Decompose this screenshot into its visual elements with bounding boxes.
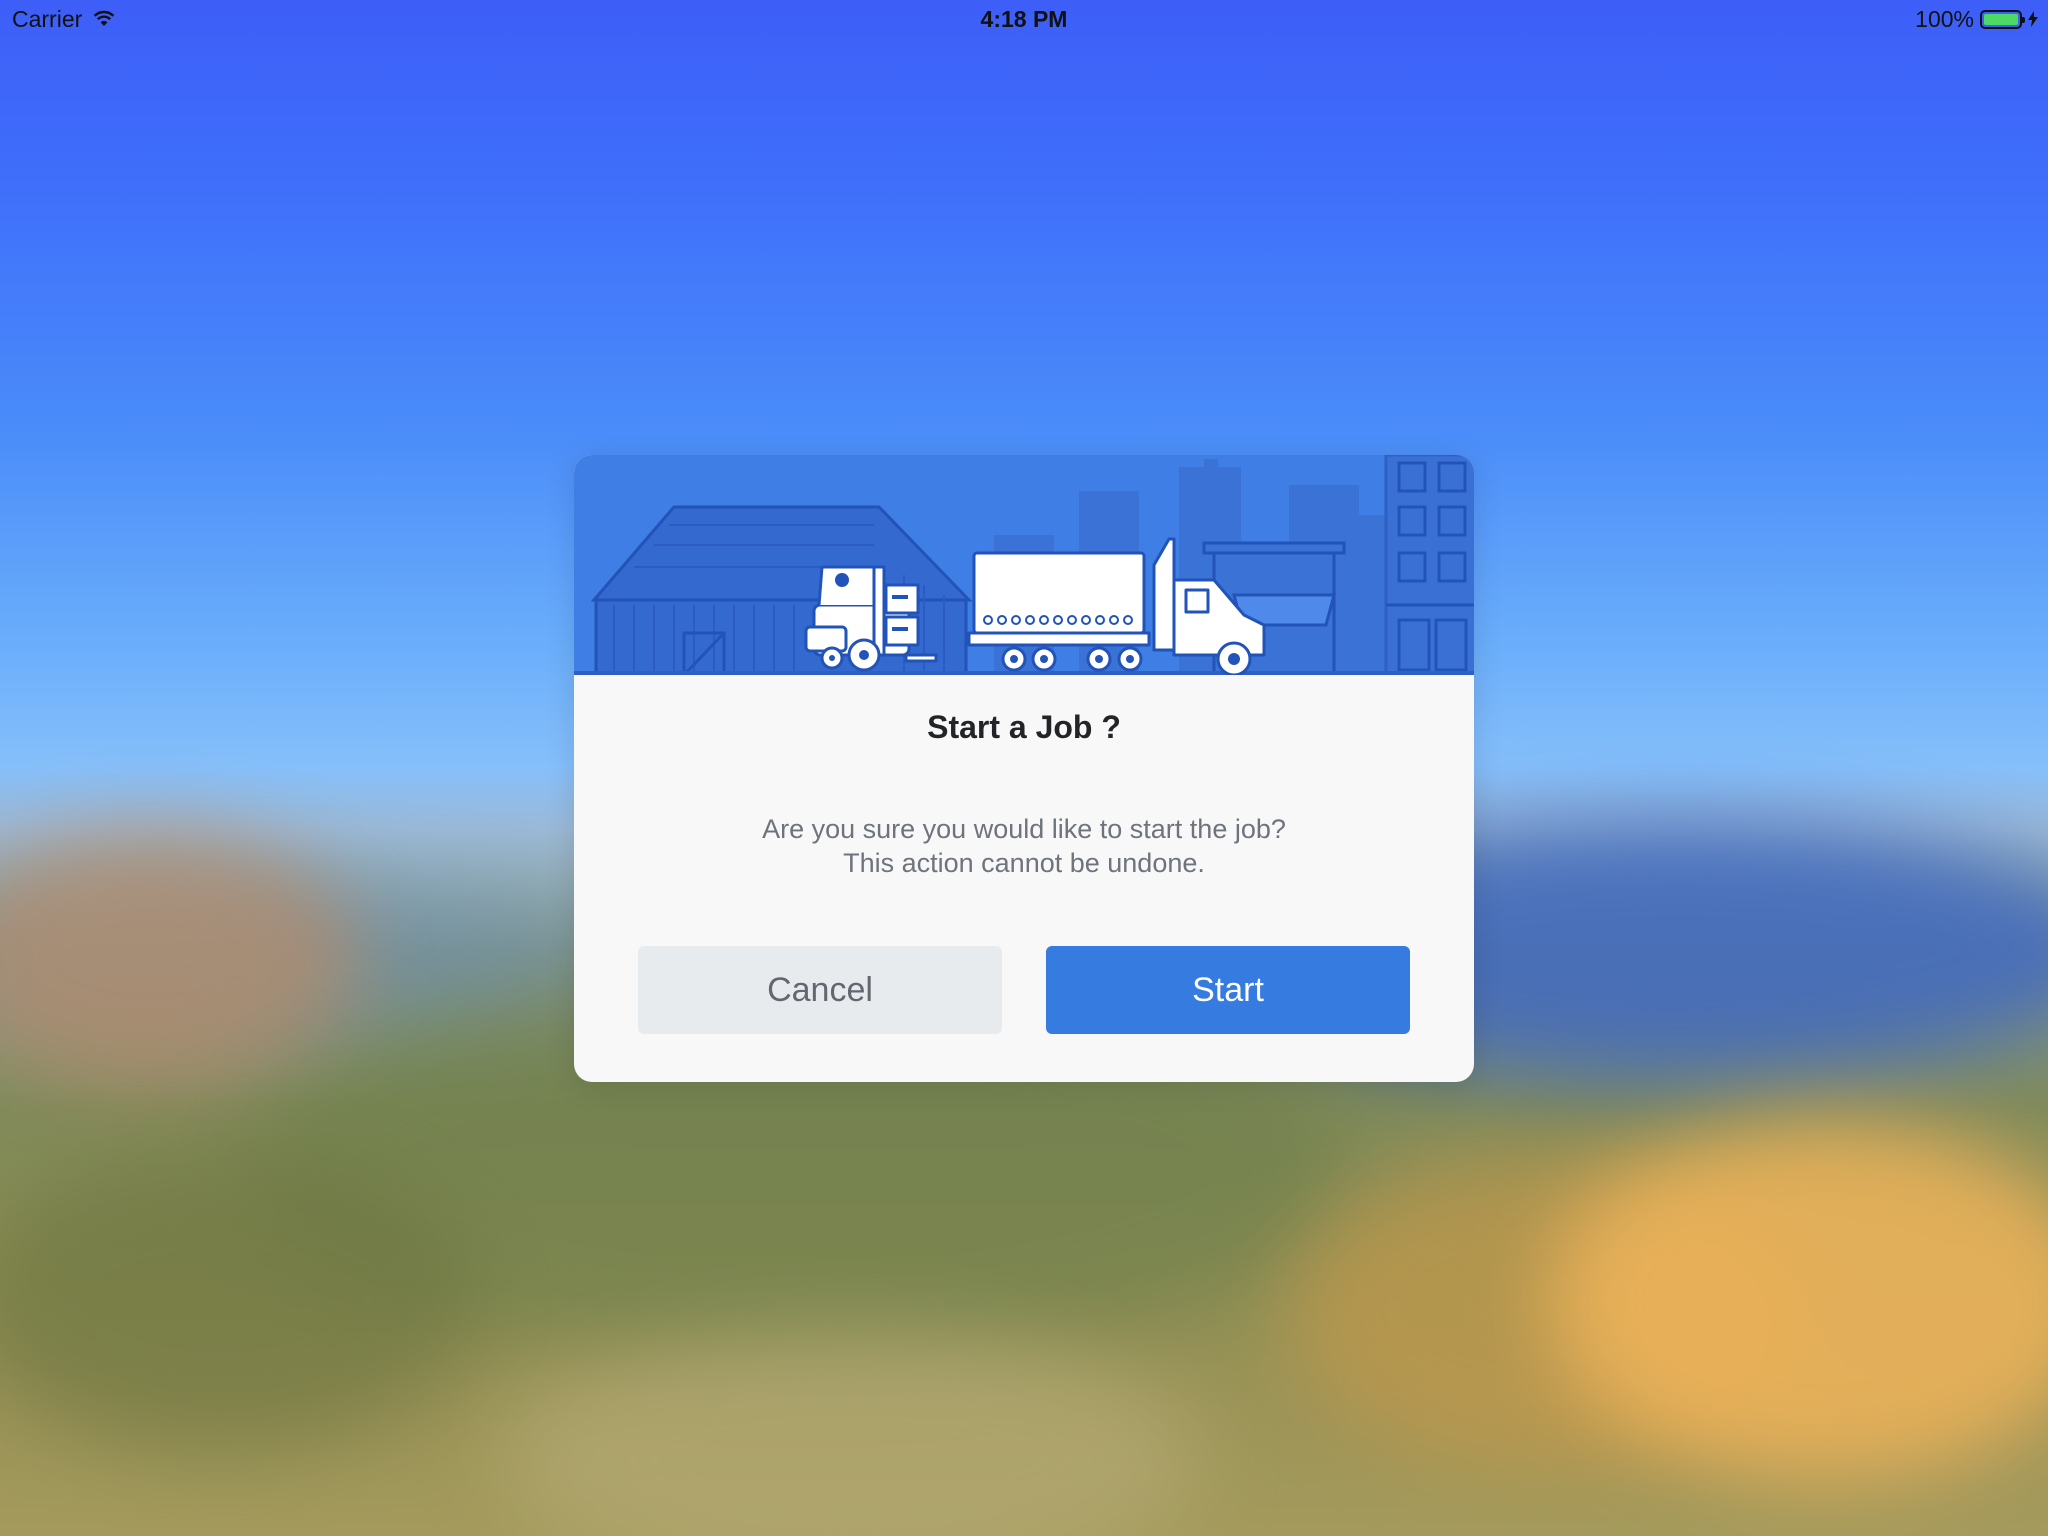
dialog-message: Are you sure you would like to start the… <box>762 814 1286 878</box>
cancel-button[interactable]: Cancel <box>638 946 1002 1034</box>
battery-percent: 100% <box>1915 6 1974 32</box>
screen: Carrier 4:18 PM 100% Start a Job ? Are y… <box>0 0 2048 1536</box>
dialog-title: Start a Job ? <box>927 709 1121 745</box>
warehouse-forklift-truck-illustration <box>574 455 1474 675</box>
battery-level <box>1984 14 2018 25</box>
status-right: 100% <box>1915 6 2038 33</box>
battery-nub <box>2022 17 2025 23</box>
battery-icon <box>1980 10 2025 29</box>
wallpaper-blur <box>0 830 360 1090</box>
charging-bolt-icon <box>2028 6 2038 33</box>
dialog-actions: Cancel Start <box>638 946 1410 1034</box>
clock: 4:18 PM <box>980 6 1068 32</box>
status-bar: Carrier 4:18 PM 100% <box>0 0 2048 40</box>
start-job-dialog: Start a Job ? Are you sure you would lik… <box>574 455 1474 1082</box>
wallpaper-blur <box>500 1330 1200 1536</box>
start-button[interactable]: Start <box>1046 946 1410 1034</box>
